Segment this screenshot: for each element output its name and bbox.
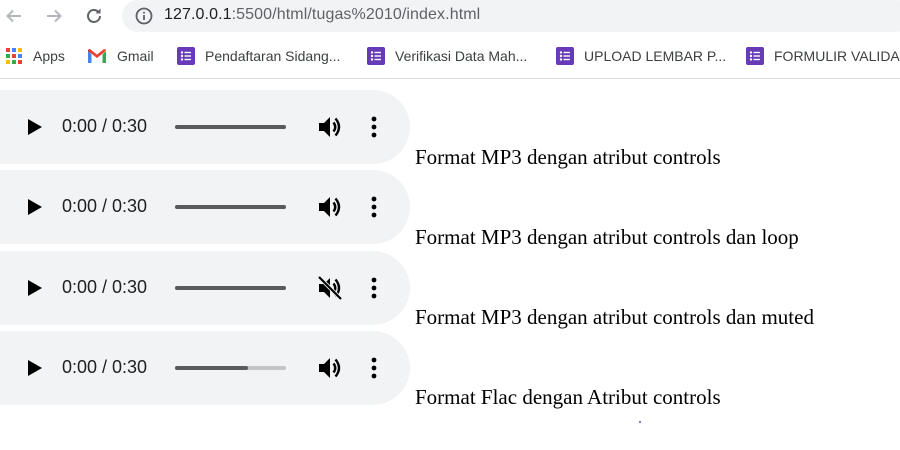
audio-player-flac-controls: 0:00 / 0:30 — [0, 331, 410, 405]
volume-icon[interactable] — [316, 114, 344, 140]
seek-slider[interactable] — [175, 286, 286, 290]
buffered-bar — [175, 125, 286, 129]
url-path: :5500/html/tugas%2010/index.html — [231, 6, 481, 23]
google-forms-icon — [746, 47, 764, 65]
bookmark-label: FORMULIR VALIDA — [774, 48, 900, 64]
audio-player-mp3-muted: 0:00 / 0:30 — [0, 251, 410, 325]
bookmark-gmail[interactable]: Gmail — [87, 44, 154, 68]
seek-slider[interactable] — [175, 366, 286, 370]
caption-flac-controls: Format Flac dengan Atribut controls — [415, 385, 721, 409]
volume-icon[interactable] — [316, 194, 344, 220]
bookmark-pendaftaran-sidang[interactable]: Pendaftaran Sidang... — [177, 44, 340, 68]
reload-button[interactable] — [80, 3, 108, 29]
info-icon[interactable] — [134, 6, 154, 26]
more-options-icon[interactable] — [364, 355, 384, 381]
time-display: 0:00 / 0:30 — [62, 357, 148, 377]
arrow-right-icon — [47, 9, 62, 23]
more-options-icon[interactable] — [364, 194, 384, 220]
more-options-icon[interactable] — [364, 275, 384, 301]
bookmark-upload-lembar[interactable]: UPLOAD LEMBAR P... — [556, 44, 726, 68]
url-text[interactable]: 127.0.0.1:5500/html/tugas%2010/index.htm… — [164, 6, 480, 24]
google-forms-icon — [367, 47, 385, 65]
bookmark-formulir-validasi[interactable]: FORMULIR VALIDA — [746, 44, 900, 68]
browser-toolbar: 127.0.0.1:5500/html/tugas%2010/index.htm… — [0, 0, 900, 33]
bookmark-label: Apps — [33, 48, 65, 64]
bookmark-verifikasi-data[interactable]: Verifikasi Data Mah... — [367, 44, 527, 68]
bookmark-label: Pendaftaran Sidang... — [205, 48, 341, 64]
buffered-bar — [175, 286, 286, 290]
caption-mp3-loop: Format MP3 dengan atribut controls dan l… — [415, 225, 799, 249]
play-icon[interactable] — [24, 117, 44, 137]
caption-mp3-muted: Format MP3 dengan atribut controls dan m… — [415, 305, 814, 329]
bookmark-label: Verifikasi Data Mah... — [395, 48, 528, 64]
google-forms-icon — [556, 47, 574, 65]
audio-player-mp3-loop: 0:00 / 0:30 — [0, 170, 410, 244]
play-icon[interactable] — [24, 197, 44, 217]
time-display: 0:00 / 0:30 — [62, 196, 148, 216]
audio-player-mp3-controls: 0:00 / 0:30 — [0, 90, 410, 164]
arrow-left-icon — [6, 9, 21, 23]
seek-slider[interactable] — [175, 205, 286, 209]
play-icon[interactable] — [24, 278, 44, 298]
volume-muted-icon[interactable] — [316, 275, 344, 301]
back-button[interactable] — [0, 3, 28, 29]
time-display: 0:00 / 0:30 — [62, 116, 148, 136]
more-options-icon[interactable] — [364, 114, 384, 140]
reload-icon — [87, 8, 101, 23]
bookmark-label: UPLOAD LEMBAR P... — [584, 48, 727, 64]
bookmark-label: Gmail — [117, 48, 154, 64]
gmail-icon — [88, 49, 106, 63]
play-icon[interactable] — [24, 358, 44, 378]
time-display: 0:00 / 0:30 — [62, 277, 148, 297]
apps-grid-icon — [6, 48, 22, 64]
bookmarks-bar: Apps Gmail Pendaftaran Sidang... Verifik… — [0, 40, 900, 72]
stray-dot — [639, 421, 641, 423]
volume-icon[interactable] — [316, 355, 344, 381]
buffered-bar — [175, 205, 286, 209]
url-host: 127.0.0.1 — [164, 6, 232, 23]
seek-slider[interactable] — [175, 125, 286, 129]
bookmark-apps[interactable]: Apps — [5, 44, 65, 68]
buffered-bar — [175, 366, 249, 370]
toolbar-divider — [0, 78, 900, 79]
forward-button[interactable] — [40, 3, 68, 29]
caption-mp3-controls: Format MP3 dengan atribut controls — [415, 145, 721, 169]
address-bar[interactable]: 127.0.0.1:5500/html/tugas%2010/index.htm… — [122, 0, 900, 32]
google-forms-icon — [177, 47, 195, 65]
